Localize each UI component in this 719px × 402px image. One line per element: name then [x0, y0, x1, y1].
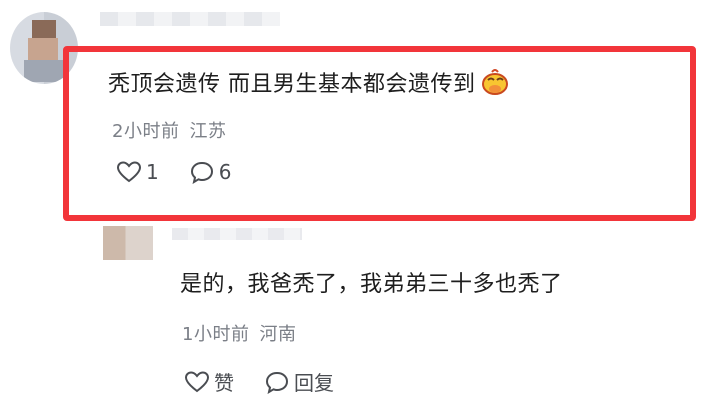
heart-icon — [116, 161, 142, 183]
like-count: 1 — [146, 160, 159, 184]
comment-time: 2小时前 — [112, 121, 180, 142]
reply-reply-button[interactable]: 回复 — [264, 367, 334, 396]
reply-text: 是的，我爸秃了，我弟弟三十多也秃了 — [180, 272, 563, 297]
reply-location: 河南 — [259, 324, 297, 345]
reply-like-label: 赞 — [214, 371, 234, 395]
like-button[interactable]: 1 — [116, 160, 159, 184]
heart-icon — [184, 370, 210, 392]
username-blurred — [100, 12, 280, 26]
comment-bubble-icon — [265, 371, 289, 394]
comment-actions: 1 6 — [116, 160, 231, 184]
reply-avatar[interactable] — [103, 226, 153, 260]
reply-username-blurred — [172, 228, 302, 240]
reply-time: 1小时前 — [182, 324, 250, 345]
smirk-face-emoji-icon — [480, 68, 510, 96]
reply-meta: 1小时前 河南 — [182, 320, 296, 346]
comment-location: 江苏 — [189, 121, 227, 142]
comment-bubble-icon — [190, 161, 213, 184]
comment-meta: 2小时前 江苏 — [112, 117, 226, 143]
comment-text: 秃顶会遗传 而且男生基本都会遗传到 — [108, 66, 510, 98]
reply-button[interactable]: 6 — [189, 160, 232, 184]
reply-like-button[interactable]: 赞 — [184, 367, 234, 396]
reply-reply-label: 回复 — [294, 371, 334, 395]
reply-count: 6 — [218, 160, 232, 184]
comment-text-content: 秃顶会遗传 而且男生基本都会遗传到 — [108, 72, 476, 97]
reply-actions: 赞 回复 — [184, 367, 334, 396]
